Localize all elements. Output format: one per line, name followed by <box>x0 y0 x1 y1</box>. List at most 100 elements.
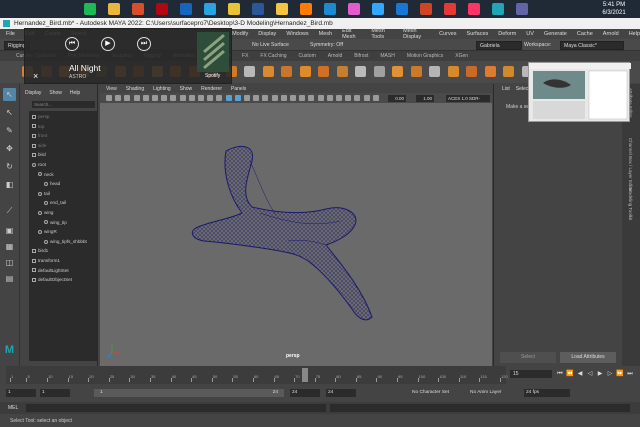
powerpoint-icon[interactable] <box>420 3 432 15</box>
outliner-item[interactable]: persp <box>32 113 50 121</box>
netflix-icon[interactable] <box>156 3 168 15</box>
outliner-item[interactable]: bird <box>32 151 46 159</box>
spotify-icon[interactable] <box>84 3 96 15</box>
outliner-item[interactable]: wingR <box>38 228 57 236</box>
viewport-tool-icon[interactable] <box>326 95 333 101</box>
viewport-tool-icon[interactable] <box>372 95 379 101</box>
viewport-menu-view[interactable]: View <box>106 86 117 92</box>
playback-button[interactable]: ▶ <box>596 370 604 378</box>
outliner-menu-show[interactable]: Show <box>49 90 62 96</box>
outliner-item[interactable]: transform1 <box>32 257 60 265</box>
side-tab-modeling-toolkit[interactable]: Modeling Toolkit <box>628 188 633 220</box>
move-tool-icon[interactable]: ✥ <box>3 142 16 155</box>
menu-arnold[interactable]: Arnold <box>603 31 619 37</box>
spotify-mini-player[interactable]: ⏮ ▶ ⏭ All Night ASTRO Spotify × <box>24 28 232 84</box>
viewport-tool-icon[interactable] <box>115 95 122 101</box>
shelf-tool-icon[interactable] <box>503 66 514 77</box>
menu-modify[interactable]: Modify <box>232 31 248 37</box>
colorspace-dropdown[interactable]: ACES 1.0 SDR-video <box>446 94 490 108</box>
load-attributes-button[interactable]: Load Attributes <box>560 352 616 363</box>
shelf-tab-bifrost[interactable]: Bifrost <box>354 53 368 59</box>
animation-start-field[interactable]: 1 <box>6 389 36 397</box>
four-view-layout-icon[interactable]: ▦ <box>3 240 16 253</box>
outliner-list[interactable]: persp top front side bird root neck head tail end… <box>29 111 97 361</box>
chrome-icon[interactable] <box>228 3 240 15</box>
viewport-tool-icon[interactable] <box>354 95 361 101</box>
viewport-tool-icon[interactable] <box>317 95 324 101</box>
command-input[interactable] <box>26 404 326 412</box>
shelf-tool-icon[interactable] <box>392 66 403 77</box>
scale-tool-icon[interactable]: ◧ <box>3 178 16 191</box>
playback-end-field[interactable]: 24 <box>290 389 320 397</box>
window-preview-thumbnail[interactable] <box>528 62 631 122</box>
outliner-item[interactable]: defaultLightSet <box>32 267 69 275</box>
shelf-tool-icon[interactable] <box>262 66 274 77</box>
shelf-tab-custom[interactable]: Custom <box>299 53 316 59</box>
chrome-icon[interactable] <box>108 3 120 15</box>
outliner-item[interactable]: top <box>32 123 44 131</box>
playback-start-field[interactable]: 1 <box>40 389 70 397</box>
menu-cache[interactable]: Cache <box>577 31 593 37</box>
outliner-item[interactable]: side <box>32 142 46 150</box>
paint-select-tool-icon[interactable]: ✎ <box>3 124 16 137</box>
viewport-tool-icon[interactable] <box>207 95 214 101</box>
attribute-tab-list[interactable]: List <box>502 86 510 92</box>
outliner-menu-help[interactable]: Help <box>70 90 80 96</box>
menu-help[interactable]: Help <box>629 31 640 37</box>
single-layout-icon[interactable]: ▣ <box>3 224 16 237</box>
menu-generate[interactable]: Generate <box>544 31 567 37</box>
viewport-tool-icon[interactable] <box>161 95 168 101</box>
viewport-tool-icon[interactable] <box>290 95 296 101</box>
shelf-tab-motion-graphics[interactable]: Motion Graphics <box>407 53 443 59</box>
menu-display[interactable]: Display <box>258 31 276 37</box>
shelf-tool-icon[interactable] <box>244 66 255 77</box>
viewport-tool-icon[interactable] <box>308 95 315 101</box>
select-button[interactable]: Select <box>500 352 556 363</box>
outliner-layout-icon[interactable]: ▤ <box>3 272 16 285</box>
viewport-tool-icon[interactable] <box>170 95 177 101</box>
viewport-tool-icon[interactable] <box>244 95 250 101</box>
time-slider[interactable]: 1 5 10 15 20 25 30 35 40 45 50 55 60 65 70 75 80 85 90 95 10… <box>6 366 508 384</box>
workspace-dropdown[interactable]: Maya Classic* <box>560 40 624 50</box>
photoshop-icon[interactable] <box>372 3 384 15</box>
close-icon[interactable]: × <box>33 71 38 81</box>
current-frame-field[interactable]: 15 <box>510 370 552 378</box>
word-icon[interactable] <box>252 3 264 15</box>
outlook-icon[interactable] <box>396 3 408 15</box>
viewport-menu-panels[interactable]: Panels <box>231 86 246 92</box>
shelf-tool-icon[interactable] <box>410 66 422 77</box>
last-tool-icon[interactable]: ⟋ <box>3 204 16 217</box>
menu-surfaces[interactable]: Surfaces <box>467 31 489 37</box>
viewport-menu-renderer[interactable]: Renderer <box>201 86 222 92</box>
side-tab-channel-box-layer-editor[interactable]: Channel Box / Layer Editor <box>628 138 633 192</box>
edge-icon[interactable] <box>204 3 216 15</box>
acrobat-icon[interactable] <box>444 3 456 15</box>
outliner-item[interactable]: defaultObjectSet <box>32 276 72 284</box>
menu-windows[interactable]: Windows <box>286 31 308 37</box>
viewport-tool-icon[interactable] <box>179 95 186 101</box>
anim-layer-dropdown[interactable]: No Anim Layer <box>470 389 501 397</box>
playback-button[interactable]: ⏪ <box>566 370 574 378</box>
current-frame-marker[interactable] <box>302 368 308 382</box>
itunes-icon[interactable] <box>348 3 360 15</box>
shelf-tab-arnold[interactable]: Arnold <box>328 53 342 59</box>
character-set-dropdown[interactable]: No Character Set <box>412 389 449 397</box>
playback-button[interactable]: ◁ <box>586 370 594 378</box>
menu-file[interactable]: File <box>6 31 15 37</box>
symmetry-label[interactable]: Symmetry: Off <box>310 41 343 49</box>
outliner-search-input[interactable]: Search... <box>32 101 95 108</box>
viewport-menu-shading[interactable]: Shading <box>126 86 144 92</box>
shelf-tab-fx-caching[interactable]: FX Caching <box>260 53 286 59</box>
viewport-tool-icon[interactable] <box>198 95 204 101</box>
menu-curves[interactable]: Curves <box>439 31 456 37</box>
previous-track-button[interactable]: ⏮ <box>65 37 79 51</box>
playback-button[interactable]: ⏩ <box>616 370 624 378</box>
shelf-tool-icon[interactable] <box>281 66 292 77</box>
menu-mesh[interactable]: Mesh <box>319 31 332 37</box>
viewport-tool-icon[interactable] <box>225 95 232 101</box>
outliner-item[interactable]: root <box>32 161 46 169</box>
shelf-tab-xgen[interactable]: XGen <box>455 53 468 59</box>
fps-dropdown[interactable]: 24 fps <box>524 389 570 397</box>
explorer-icon[interactable] <box>276 3 288 15</box>
select-tool-icon[interactable]: ↖ <box>3 88 16 101</box>
